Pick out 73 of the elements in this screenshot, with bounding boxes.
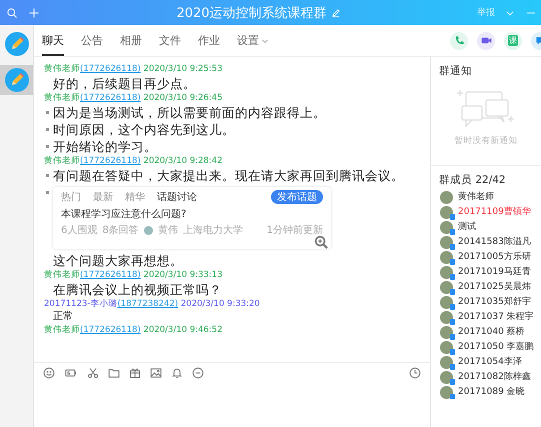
sender-name: 20171123-李小璐 [44,299,118,309]
window-title: 2020运动控制系统课程群 [176,4,327,22]
history-clock-icon[interactable] [409,366,421,378]
phone-call-button[interactable] [450,32,468,50]
message-time: 2020/3/10 9:46:52 [143,325,222,335]
message-time: 2020/3/10 9:26:45 [143,93,222,103]
member-name[interactable]: 20141583陈溢凡 [458,236,531,249]
notice-title: 群通知 [438,64,473,78]
screenshot-tab-label: 精华 [125,190,145,204]
tab[interactable]: 相册 [120,25,142,56]
member-name[interactable]: 测试 [458,221,476,234]
message-text: 有问题在答疑中，大家提出来。现在请大家再回到腾讯会议。 [53,167,404,184]
member-name[interactable]: 20171005方乐研 [458,251,531,264]
image-icon[interactable] [150,367,162,379]
author-name: 黄伟 [158,224,178,237]
message-text: 因为是当场测试，所以需要前面的内容跟得上。 [53,104,326,121]
folder-icon[interactable] [108,367,120,379]
sender-name: 黄伟老师 [44,325,80,335]
member-name[interactable]: 20171054李泽 [458,356,522,369]
message-text: 正常 [53,310,73,324]
answer-count: 8条回答 [102,224,139,237]
member-name[interactable]: 20171082陈梓鑫 [458,371,531,384]
tab[interactable]: 公告 [81,25,103,56]
message-text: 这个问题大家再想想。 [53,252,183,269]
emoji-icon[interactable] [43,367,55,379]
message-text: 在腾讯会议上的视频正常吗？ [53,281,222,298]
bell-icon[interactable] [171,367,183,379]
tab[interactable]: 设置 [237,25,269,56]
phone-icon [454,35,464,46]
screenshot-tab-label: 最新 [93,190,113,204]
sender-name: 黄伟老师 [44,156,80,166]
message-text: 开始绪论的学习。 [53,138,157,155]
sender-name: 黄伟老师 [44,270,80,280]
member-name[interactable]: 20171035郑舒宇 [458,296,531,309]
message-text: 时间原因，这个内容先到这儿。 [53,121,235,138]
member-avatar [440,191,453,204]
members-title: 群成员 22/42 [438,173,507,187]
member-name[interactable]: 20171089 金晓 [458,386,525,399]
minus-circle-icon[interactable] [192,367,204,379]
member-name[interactable]: 20171040 蔡桥 [458,326,525,339]
author-school: 上海电力大学 [182,224,243,237]
message-time: 2020/3/10 9:28:42 [143,156,222,166]
screenshot-tab-label: 话题讨论 [157,190,197,204]
scissors-icon[interactable] [87,367,99,379]
member-name[interactable]: 20171019马廷青 [458,266,531,279]
member-name[interactable]: 20171050 李嘉鹏 [458,341,534,354]
sender-name: 黄伟老师 [44,64,80,74]
topic-question: 本课程学习应注意什么问题? [61,208,188,221]
search-icon[interactable] [6,6,18,18]
pencil-avatar-icon[interactable] [4,32,28,56]
message-text: 好的，后续题目再少点。 [53,75,196,92]
zoom-in-icon[interactable] [314,235,328,249]
member-name[interactable]: 黄伟老师 [458,191,494,204]
screenshot-tab-label: 热门 [61,190,81,204]
member-name[interactable]: 20171037 朱程宇 [458,311,534,324]
update-time: 1分钟前更新 [266,224,323,237]
video-call-button[interactable] [477,32,495,50]
edit-icon[interactable] [330,8,341,18]
message-time: 2020/3/10 9:33:20 [180,299,260,309]
member-name[interactable]: 20171025吴晨炜 [458,281,531,294]
view-count: 6人围观 [61,224,98,237]
message-time: 2020/3/10 9:33:13 [143,270,222,280]
tab[interactable]: 聊天 [42,25,64,56]
sender-name: 黄伟老师 [44,93,80,103]
member-name[interactable]: 20171109曹镇华 [458,206,531,219]
tab[interactable]: 作业 [198,25,220,56]
gift-icon[interactable] [129,367,141,379]
video-camera-icon [480,35,492,46]
plus-icon[interactable] [28,6,40,18]
message-time: 2020/3/10 9:25:53 [143,64,222,74]
author-avatar [144,226,153,234]
tab[interactable]: 文件 [159,25,181,56]
empty-notice-text: 暂时没有新通知 [454,135,518,148]
